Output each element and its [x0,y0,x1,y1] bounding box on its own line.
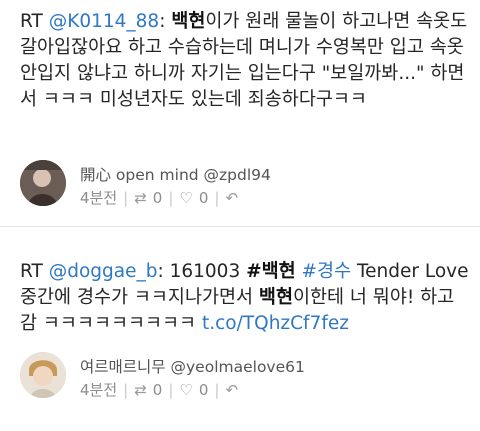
timestamp: 4분전 [80,381,118,399]
separator: | [123,380,129,399]
timestamp: 4분전 [80,189,118,207]
tweet-2[interactable]: RT @doggae_b: 161003 #백현 #경수 Tender Love… [0,226,480,431]
mention-link[interactable]: @K0114_88 [49,11,160,32]
retweet-prefix: RT [20,261,43,282]
display-name[interactable]: 開心 open mind [80,166,199,184]
hashtag-link[interactable]: #백현 [246,261,296,282]
retweet-prefix: RT [20,11,43,32]
retweet-icon[interactable]: ⇄ [134,381,147,399]
colon: : [157,261,164,282]
tweet-2-text: RT @doggae_b: 161003 #백현 #경수 Tender Love… [20,259,470,337]
url-link[interactable]: t.co/TQhzCf7fez [202,313,349,334]
colon: : [159,11,166,32]
hashtag-link[interactable]: #경수 [302,261,352,282]
reply-icon[interactable]: ↶ [225,381,238,399]
handle[interactable]: @yeolmaelove61 [171,358,305,376]
author-line[interactable]: 開心 open mind @zpdl94 [80,163,271,185]
reply-icon[interactable]: ↶ [225,189,238,207]
mention-link[interactable]: @doggae_b [49,261,158,282]
retweet-count: 0 [152,380,163,399]
tweet-stats: 4분전 | ⇄ 0 | ♡ 0 | ↶ [80,187,238,208]
separator: | [168,188,174,207]
heart-icon[interactable]: ♡ [179,381,192,399]
like-count: 0 [198,380,209,399]
heart-icon[interactable]: ♡ [179,189,192,207]
retweet-icon[interactable]: ⇄ [134,189,147,207]
tweet-stats: 4분전 | ⇄ 0 | ♡ 0 | ↶ [80,379,238,400]
tweet-1-text: RT @K0114_88: 백현이가 원래 물놀이 하고나면 속옷도 갈아입잖아… [20,9,470,113]
separator: | [214,188,220,207]
separator: | [168,380,174,399]
separator: | [214,380,220,399]
handle[interactable]: @zpdl94 [204,166,271,184]
author-line[interactable]: 여르매르니무 @yeolmaelove61 [80,355,305,377]
display-name[interactable]: 여르매르니무 [80,358,166,376]
bold-name: 백현 [171,11,206,32]
avatar[interactable] [20,352,66,398]
like-count: 0 [198,188,209,207]
hashtag-text: #백현 [246,261,296,282]
date-prefix: 161003 [169,261,241,282]
avatar[interactable] [20,160,66,206]
bold-name: 백현 [258,287,293,308]
retweet-count: 0 [152,188,163,207]
separator: | [123,188,129,207]
tweet-1[interactable]: RT @K0114_88: 백현이가 원래 물놀이 하고나면 속옷도 갈아입잖아… [0,0,480,226]
